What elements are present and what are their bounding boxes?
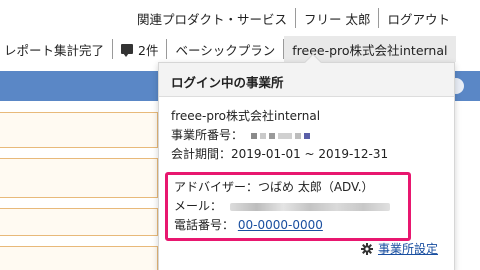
advisor-phone-row: 電話番号： 00-0000-0000 xyxy=(174,216,402,235)
advisor-mail-label: メール： xyxy=(174,199,223,213)
content-card xyxy=(0,208,158,236)
fiscal-period: 会計期間：2019-01-01 ~ 2019-12-31 xyxy=(171,147,389,161)
advisor-phone-label: 電話番号： xyxy=(174,218,235,232)
content-card xyxy=(0,158,158,198)
messages-count: 2件 xyxy=(138,42,159,58)
advisor-mail-redacted xyxy=(229,202,390,211)
office-popover: ログイン中の事業所 freee-pro株式会社internal 事業所番号： 会… xyxy=(158,53,455,270)
advisor-mail-row: メール： xyxy=(174,197,402,216)
popover-title: ログイン中の事業所 xyxy=(159,63,454,97)
chat-bubble-icon xyxy=(121,44,134,57)
content-card xyxy=(0,112,158,148)
company-name: freee-pro株式会社internal xyxy=(171,109,321,123)
office-settings-link[interactable]: 事業所設定 xyxy=(360,240,438,257)
advisor-info-highlight: アドバイザー：つばめ 太郎（ADV.） メール： 電話番号： 00-0000-0… xyxy=(165,172,411,241)
sub-nav: レポート集計完了 2件 ベーシックプラン freee-pro株式会社intern… xyxy=(0,36,480,62)
gear-icon xyxy=(360,242,373,255)
plan-link[interactable]: ベーシックプラン xyxy=(167,40,283,59)
office-number-label: 事業所番号： xyxy=(171,128,244,142)
top-nav: 関連プロダクト・サービス フリー 太郎 ログアウト xyxy=(0,0,480,36)
related-products-link[interactable]: 関連プロダクト・サービス xyxy=(129,9,295,28)
content-card xyxy=(0,246,158,270)
advisor-phone-link[interactable]: 00-0000-0000 xyxy=(238,218,323,232)
report-status-link[interactable]: レポート集計完了 xyxy=(0,40,112,59)
office-number-redacted xyxy=(250,126,313,145)
logout-link[interactable]: ログアウト xyxy=(379,9,458,28)
popover-body: freee-pro株式会社internal 事業所番号： 会計期間：2019-0… xyxy=(159,97,454,241)
office-number-row: 事業所番号： xyxy=(171,126,442,145)
advisor-name: アドバイザー：つばめ 太郎（ADV.） xyxy=(174,180,374,194)
office-settings-label: 事業所設定 xyxy=(377,242,438,256)
app-window: 関連プロダクト・サービス フリー 太郎 ログアウト レポート集計完了 2件 ベー… xyxy=(0,0,480,270)
messages-link[interactable]: 2件 xyxy=(113,40,166,59)
user-name-link[interactable]: フリー 太郎 xyxy=(296,9,378,28)
